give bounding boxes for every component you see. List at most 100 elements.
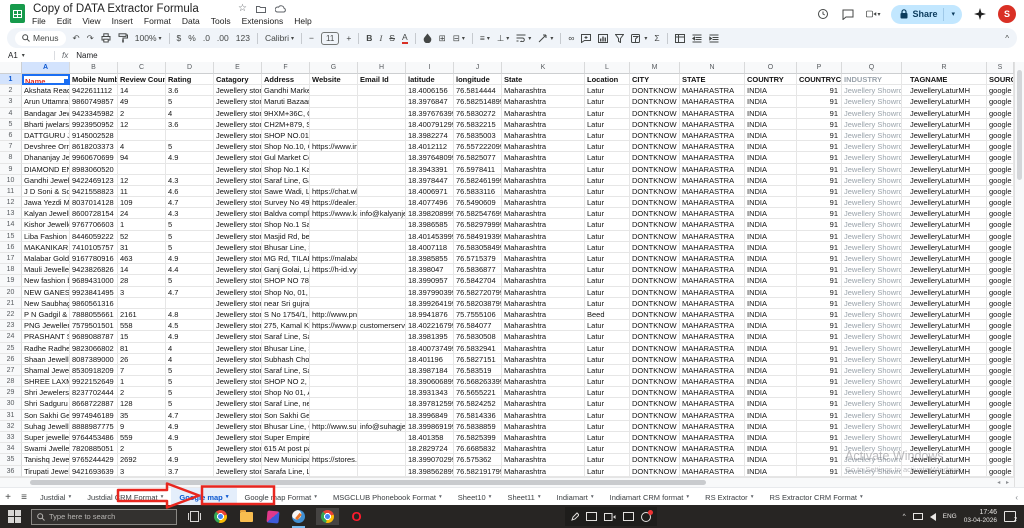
cell-I32[interactable]: 18.39986919999	[406, 420, 454, 432]
cell-N3[interactable]: MAHARASTRA	[680, 96, 745, 108]
undo-button[interactable]: ↶	[73, 33, 80, 44]
vertical-scroll-thumb[interactable]	[1017, 70, 1022, 180]
cell-D29[interactable]: 5	[166, 387, 214, 399]
cell-N7[interactable]: MAHARASTRA	[680, 141, 745, 153]
cell-D34[interactable]: 5	[166, 443, 214, 455]
menu-edit[interactable]: Edit	[57, 16, 72, 26]
row-number-28[interactable]: 28	[0, 376, 22, 388]
insert-comment-button[interactable]	[581, 33, 592, 43]
cell-M36[interactable]: DONTKNOW	[630, 465, 680, 477]
cell-H19[interactable]	[358, 275, 406, 287]
cell-M35[interactable]: DONTKNOW	[630, 454, 680, 466]
cell-N28[interactable]: MAHARASTRA	[680, 376, 745, 388]
header-cell-S1[interactable]: SOURCE	[987, 74, 1014, 86]
cell-N22[interactable]: MAHARASTRA	[680, 308, 745, 321]
cell-S15[interactable]: google	[987, 230, 1014, 242]
language-indicator[interactable]: ENG	[943, 513, 957, 520]
version-history-icon[interactable]	[816, 7, 830, 21]
cell-L13[interactable]: Latur	[585, 208, 630, 220]
cell-A22[interactable]: P N Gadgil & Sor	[22, 308, 70, 321]
cell-S4[interactable]: google	[987, 107, 1014, 119]
cell-G4[interactable]	[310, 107, 358, 119]
cell-S19[interactable]: google	[987, 275, 1014, 287]
row-number-23[interactable]: 23	[0, 320, 22, 332]
cell-B7[interactable]: 8618203373	[70, 141, 118, 153]
row-number-14[interactable]: 14	[0, 219, 22, 231]
column-header-N[interactable]: N	[680, 62, 745, 74]
cell-J19[interactable]: 76.5842704	[454, 275, 502, 287]
cell-F10[interactable]: Saraf Line, Ganj	[262, 174, 310, 186]
formula-input[interactable]: Name	[76, 51, 97, 60]
cell-S29[interactable]: google	[987, 387, 1014, 399]
cell-K31[interactable]: Maharashtra	[502, 409, 585, 421]
cell-Q14[interactable]: Jewellery Showroom	[842, 219, 902, 231]
cell-F28[interactable]: SHOP NO 2, 51, S	[262, 376, 310, 388]
tab-justdial-crm-format[interactable]: Justdial CRM Format ▾	[79, 488, 171, 506]
cell-Q16[interactable]: Jewellery Showroom	[842, 241, 902, 253]
gemini-sparkle-icon[interactable]	[973, 7, 987, 21]
cell-Q13[interactable]: Jewellery Showroom	[842, 208, 902, 220]
cell-O10[interactable]: INDIA	[745, 174, 797, 186]
cell-S26[interactable]: google	[987, 353, 1014, 365]
cell-M32[interactable]: DONTKNOW	[630, 420, 680, 432]
cell-C29[interactable]: 2	[118, 387, 166, 399]
cell-B21[interactable]: 9860561316	[70, 297, 118, 309]
cell-P5[interactable]: 91	[797, 118, 842, 130]
cell-M12[interactable]: DONTKNOW	[630, 197, 680, 209]
cell-C15[interactable]: 52	[118, 230, 166, 242]
cell-M5[interactable]: DONTKNOW	[630, 118, 680, 130]
cell-K21[interactable]: Maharashtra	[502, 297, 585, 309]
cell-L17[interactable]: Latur	[585, 253, 630, 265]
row-number-5[interactable]: 5	[0, 118, 22, 130]
cell-H33[interactable]	[358, 432, 406, 444]
header-cell-H1[interactable]: Email Id	[358, 74, 406, 86]
row-number-6[interactable]: 6	[0, 129, 22, 142]
cell-O22[interactable]: INDIA	[745, 308, 797, 321]
cell-F26[interactable]: Subhash Chowk	[262, 353, 310, 365]
tab-sheet10[interactable]: Sheet10 ▾	[450, 488, 500, 506]
cell-I34[interactable]: 18.2829724	[406, 443, 454, 455]
cell-C27[interactable]: 7	[118, 364, 166, 377]
tab-indiamart-crm-format[interactable]: Indiamart CRM format ▾	[602, 488, 698, 506]
cell-S12[interactable]: google	[987, 197, 1014, 209]
cell-F4[interactable]: 9HXM+36C, Om	[262, 107, 310, 119]
cell-J11[interactable]: 76.5833116	[454, 185, 502, 198]
name-box[interactable]: A1 ▾	[0, 51, 54, 60]
cell-H4[interactable]	[358, 107, 406, 119]
cell-J33[interactable]: 76.5825399	[454, 432, 502, 444]
cell-G29[interactable]	[310, 387, 358, 399]
cell-F6[interactable]: SHOP NO.01 DAT	[262, 129, 310, 142]
cell-E9[interactable]: Jewellery store	[214, 163, 262, 175]
cell-I12[interactable]: 18.4077496	[406, 197, 454, 209]
cell-D28[interactable]: 5	[166, 376, 214, 388]
sheets-logo-icon[interactable]	[10, 4, 25, 23]
cell-L30[interactable]: Latur	[585, 398, 630, 410]
cell-O24[interactable]: INDIA	[745, 331, 797, 343]
cell-R21[interactable]: JewelleryLaturMH	[902, 297, 987, 309]
cell-L2[interactable]: Latur	[585, 85, 630, 97]
cell-G25[interactable]	[310, 342, 358, 354]
cell-D22[interactable]: 4.8	[166, 308, 214, 321]
cell-J10[interactable]: 76.58246199999	[454, 174, 502, 186]
cell-N17[interactable]: MAHARASTRA	[680, 253, 745, 265]
cell-C34[interactable]: 2	[118, 443, 166, 455]
cell-Q4[interactable]: Jewellery Showroom	[842, 107, 902, 119]
cell-P27[interactable]: 91	[797, 364, 842, 377]
header-cell-C1[interactable]: Review Count	[118, 74, 166, 86]
cell-A35[interactable]: Tanishq Jeweller	[22, 454, 70, 466]
cell-O35[interactable]: INDIA	[745, 454, 797, 466]
horizontal-scrollbar[interactable]: ◂ ▸	[0, 477, 1014, 487]
cell-H8[interactable]	[358, 152, 406, 164]
cell-R8[interactable]: JewelleryLaturMH	[902, 152, 987, 164]
cell-N15[interactable]: MAHARASTRA	[680, 230, 745, 242]
column-header-R[interactable]: R	[902, 62, 987, 74]
cell-Q21[interactable]: Jewellery Showroom	[842, 297, 902, 309]
cell-R36[interactable]: JewelleryLaturMH	[902, 465, 987, 477]
cell-B27[interactable]: 8530918209	[70, 364, 118, 377]
cell-S2[interactable]: google	[987, 85, 1014, 97]
cell-F2[interactable]: Gandhi Market, S	[262, 85, 310, 97]
cell-I27[interactable]: 18.3987184	[406, 364, 454, 377]
cell-B8[interactable]: 9960670699	[70, 152, 118, 164]
cell-C28[interactable]: 1	[118, 376, 166, 388]
decrease-font-button[interactable]: −	[309, 33, 314, 43]
